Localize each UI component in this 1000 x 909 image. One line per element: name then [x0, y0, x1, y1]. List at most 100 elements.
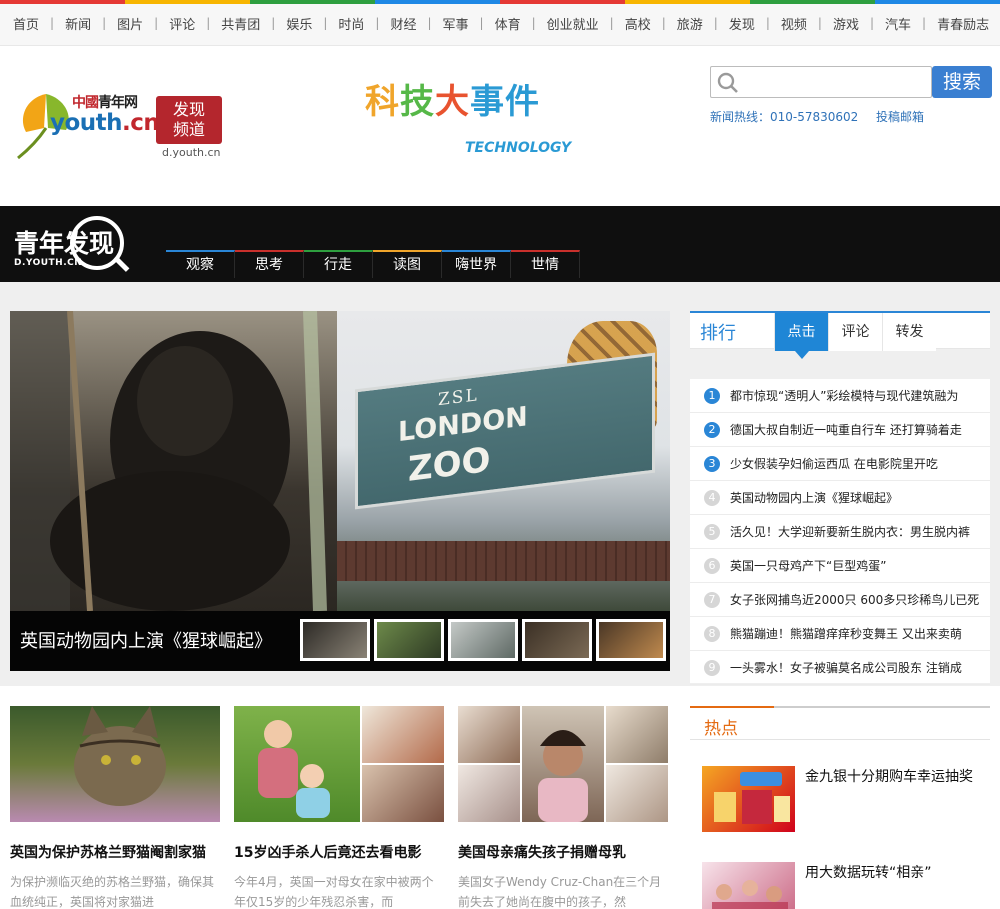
ranking-item[interactable]: 9 一头雾水！女子被骗莫名成公司股东 注销成 — [690, 651, 990, 685]
topnav-link[interactable]: 时尚 — [327, 14, 375, 33]
channel-tab[interactable]: 世情 — [511, 250, 580, 278]
ranking-item-title[interactable]: 熊猫蹦迪！熊猫蹭痒痒秒变舞王 又出来卖萌 — [730, 625, 962, 642]
topnav-link[interactable]: 评论 — [158, 14, 206, 33]
topnav-item: | 发现 — [714, 14, 766, 33]
hot-title: 热点 — [704, 719, 738, 739]
topnav-link[interactable]: 高校 — [614, 14, 662, 33]
ranking-item-title[interactable]: 英国动物园内上演《猩球崛起》 — [730, 489, 898, 506]
topnav-link[interactable]: 旅游 — [666, 14, 714, 33]
topnav-link[interactable]: 新闻 — [54, 14, 102, 33]
channel-tab[interactable]: 思考 — [235, 250, 304, 278]
hot-item[interactable]: 用大数据玩转“相亲” — [702, 862, 992, 909]
ranking-item-title[interactable]: 德国大叔自制近一吨重自行车 还打算骑着走 — [730, 421, 962, 438]
logo-chinese-name: 中國青年网 — [72, 95, 138, 111]
ranking-item[interactable]: 6 英国一只母鸡产下“巨型鸡蛋” — [690, 549, 990, 583]
slider-thumb-4[interactable] — [522, 619, 592, 661]
topnav-item: | 创业就业 — [532, 14, 610, 33]
ranking-item-title[interactable]: 英国一只母鸡产下“巨型鸡蛋” — [730, 557, 886, 574]
topnav-item: | 体育 — [480, 14, 532, 33]
topnav-link[interactable]: 创业就业 — [536, 14, 610, 33]
slider-caption-bar: 英国动物园内上演《猩球崛起》 — [10, 611, 670, 671]
youth-cn-logo[interactable]: 中國青年网 youth.cn 发现 频道 d.youth.cn — [14, 86, 234, 162]
slider-thumb-5[interactable] — [596, 619, 666, 661]
ranking-title: 排行 — [700, 323, 736, 344]
topnav-link[interactable]: 体育 — [484, 14, 532, 33]
ranking-item[interactable]: 5 活久见！大学迎新要新生脱内衣：男生脱内裤 — [690, 515, 990, 549]
ranking-tab[interactable]: 评论 — [828, 313, 882, 351]
topnav-item: | 时尚 — [323, 14, 375, 33]
slider-thumb-2[interactable] — [374, 619, 444, 661]
ranking-tab[interactable]: 转发 — [882, 313, 936, 351]
logo-url: d.youth.cn — [162, 146, 221, 159]
ranking-tabs: 点击 评论 转发 — [774, 313, 936, 359]
search-input[interactable] — [741, 67, 921, 95]
news-card-title[interactable]: 美国母亲痛失孩子捐赠母乳 — [458, 842, 668, 862]
site-header: 中國青年网 youth.cn 发现 频道 d.youth.cn 科技大事件 TE… — [0, 46, 1000, 206]
search-button[interactable]: 搜索 — [932, 66, 992, 98]
topnav-link[interactable]: 汽车 — [874, 14, 922, 33]
topnav-item: | 共青团 — [206, 14, 271, 33]
ranking-item-title[interactable]: 活久见！大学迎新要新生脱内衣：男生脱内裤 — [730, 523, 970, 540]
slider-caption[interactable]: 英国动物园内上演《猩球崛起》 — [20, 627, 272, 653]
ranking-item-title[interactable]: 一头雾水！女子被骗莫名成公司股东 注销成 — [730, 659, 962, 676]
tech-big-events-banner[interactable]: 科技大事件 TECHNOLOGY — [365, 74, 585, 164]
news-card[interactable]: 英国为保护苏格兰野猫阉割家猫 为保护濒临灭绝的苏格兰野猫，确保其血统纯正，英国将… — [10, 706, 220, 909]
channel-tab[interactable]: 嗨世界 — [442, 250, 511, 278]
topnav-link[interactable]: 青春励志 — [926, 14, 1000, 33]
ranking-item[interactable]: 4 英国动物园内上演《猩球崛起》 — [690, 481, 990, 515]
topnav-item: | 青春励志 — [922, 14, 1000, 33]
news-card-title[interactable]: 15岁凶手杀人后竟还去看电影 — [234, 842, 444, 862]
ranking-item[interactable]: 1 都市惊现“透明人”彩绘模特与现代建筑融为 — [690, 379, 990, 413]
slider-thumb-1[interactable] — [300, 619, 370, 661]
hot-item-image[interactable] — [702, 862, 795, 909]
ranking-tab[interactable]: 点击 — [774, 313, 828, 359]
featured-slider[interactable]: ZSL LONDON ZOO 英国动物园内上演《猩球崛起》 — [10, 311, 670, 671]
topnav-item: | 高校 — [610, 14, 662, 33]
channel-tab[interactable]: 行走 — [304, 250, 373, 278]
ranking-number-badge: 6 — [704, 557, 720, 574]
hot-item[interactable]: 金九银十分期购车幸运抽奖 — [702, 766, 992, 832]
topnav-link[interactable]: 图片 — [106, 14, 154, 33]
news-card[interactable]: 美国母亲痛失孩子捐赠母乳 美国女子Wendy Cruz-Chan在三个月前失去了… — [458, 706, 668, 909]
magnifier-handle-icon — [114, 257, 130, 272]
ranking-number-badge: 9 — [704, 659, 720, 676]
mother-babies-photo[interactable] — [458, 706, 668, 822]
topnav-item: | 视频 — [766, 14, 818, 33]
mother-daughter-photo[interactable] — [234, 706, 444, 822]
gorilla-photo[interactable] — [10, 311, 337, 612]
topnav-item: 首页 — [2, 14, 50, 33]
wildcat-photo[interactable] — [10, 706, 220, 822]
channel-tab[interactable]: 读图 — [373, 250, 442, 278]
topnav-link[interactable]: 共青团 — [210, 14, 271, 33]
topnav-link[interactable]: 军事 — [432, 14, 480, 33]
channel-tabs: 观察 思考 行走 读图 嗨世界 世情 — [166, 250, 580, 278]
topnav-item: | 评论 — [154, 14, 206, 33]
slider-thumb-3[interactable] — [448, 619, 518, 661]
hot-item-title[interactable]: 金九银十分期购车幸运抽奖 — [805, 766, 973, 786]
ranking-item[interactable]: 7 女子张网捕鸟近2000只 600多只珍稀鸟儿已死 — [690, 583, 990, 617]
submission-email-link[interactable]: 投稿邮箱 — [876, 108, 924, 125]
ranking-item[interactable]: 3 少女假装孕妇偷运西瓜 在电影院里开吃 — [690, 447, 990, 481]
ranking-item-title[interactable]: 都市惊现“透明人”彩绘模特与现代建筑融为 — [730, 387, 958, 404]
news-card[interactable]: 15岁凶手杀人后竟还去看电影 今年4月，英国一对母女在家中被两个年仅15岁的少年… — [234, 706, 444, 909]
ranking-item[interactable]: 8 熊猫蹦迪！熊猫蹭痒痒秒变舞王 又出来卖萌 — [690, 617, 990, 651]
london-zoo-photo[interactable]: ZSL LONDON ZOO — [337, 311, 670, 611]
hot-item-image[interactable] — [702, 766, 795, 832]
news-card-title[interactable]: 英国为保护苏格兰野猫阉割家猫 — [10, 842, 220, 862]
ranking-list: 1 都市惊现“透明人”彩绘模特与现代建筑融为 2 德国大叔自制近一吨重自行车 还打算骑… — [690, 379, 990, 685]
news-card-summary: 今年4月，英国一对母女在家中被两个年仅15岁的少年残忍杀害，而 — [234, 875, 434, 909]
news-hotline: 新闻热线：010-57830602 — [710, 110, 859, 124]
hot-item-title[interactable]: 用大数据玩转“相亲” — [805, 862, 932, 882]
topnav-link[interactable]: 发现 — [718, 14, 766, 33]
topnav-link[interactable]: 游戏 — [822, 14, 870, 33]
ranking-item-title[interactable]: 少女假装孕妇偷运西瓜 在电影院里开吃 — [730, 455, 938, 472]
topnav-link[interactable]: 首页 — [2, 14, 50, 33]
ranking-item-title[interactable]: 女子张网捕鸟近2000只 600多只珍稀鸟儿已死 — [730, 591, 979, 608]
topnav-link[interactable]: 娱乐 — [275, 14, 323, 33]
gorilla-illustration — [10, 311, 327, 612]
channel-tab[interactable]: 观察 — [166, 250, 235, 278]
youth-discovery-logo[interactable]: 青年发现 D.YOUTH.CN — [14, 214, 134, 274]
ranking-item[interactable]: 2 德国大叔自制近一吨重自行车 还打算骑着走 — [690, 413, 990, 447]
topnav-link[interactable]: 财经 — [379, 14, 427, 33]
topnav-link[interactable]: 视频 — [770, 14, 818, 33]
